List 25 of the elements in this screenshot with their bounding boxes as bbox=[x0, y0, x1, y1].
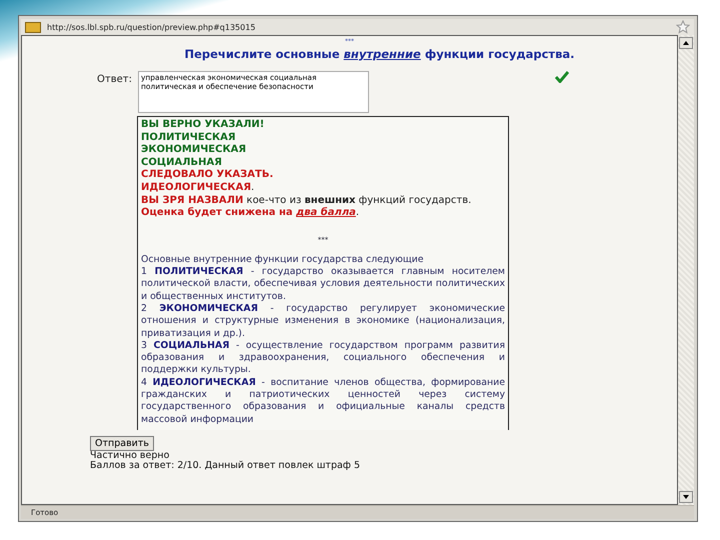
explanation-text: 1 ПОЛИТИЧЕСКАЯ - государство оказывается главным носителем политической власти, обеспечивая условия деятельности политических и общественных институтов. bbox=[141, 266, 505, 303]
feedback-line: ЭКОНОМИЧЕСКАЯ bbox=[141, 144, 248, 157]
site-icon bbox=[25, 22, 41, 32]
result-verdict: Частично верно bbox=[90, 450, 170, 461]
submit-button[interactable]: Отправить bbox=[90, 436, 154, 451]
address-bar[interactable]: http://sos.lbl.spb.ru/question/preview.php#q135015 bbox=[21, 19, 694, 35]
explanation-text: 2 ЭКОНОМИЧЕСКАЯ - государство регулирует экономические отношения и структурные изменения в экономике (национализация, приватизация и др.). bbox=[141, 302, 505, 340]
feedback-line: ВЫ ЗРЯ НАЗВАЛИ кое-что из внешних функций государств. bbox=[141, 194, 472, 207]
scrollbar[interactable] bbox=[678, 35, 694, 505]
scroll-up-icon[interactable] bbox=[679, 37, 693, 49]
question-title: Перечислите основные внутренние функции государства. bbox=[184, 47, 575, 61]
scroll-down-icon[interactable] bbox=[679, 491, 693, 503]
answer-label: Ответ: bbox=[97, 74, 132, 85]
explanation-text: Основные внутренние функции государства следующие bbox=[141, 254, 425, 266]
feedback-line: СОЦИАЛЬНАЯ bbox=[141, 156, 223, 170]
feedback-line: ИДЕОЛОГИЧЕСКАЯ. bbox=[141, 182, 256, 195]
feedback-line: ВЫ ВЕРНО УКАЗАЛИ! bbox=[141, 119, 266, 132]
feedback-line: Оценка будет снижена на два балла. bbox=[141, 207, 360, 220]
star-icon[interactable] bbox=[676, 20, 690, 34]
feedback-line: СЛЕДОВАЛО УКАЗАТЬ. bbox=[141, 169, 274, 182]
explanation-text: 4 ИДЕОЛОГИЧЕСКАЯ - воспитание членов общества, формирование гражданских и патриотических ценностей через систему государственного образования и официальные каналы средств массовой информации bbox=[141, 376, 505, 426]
url-text: http://sos.lbl.spb.ru/question/preview.php#q135015 bbox=[47, 22, 256, 32]
result-score: Баллов за ответ: 2/10. Данный ответ повлек штраф 5 bbox=[90, 461, 360, 472]
feedback-line: ПОЛИТИЧЕСКАЯ bbox=[141, 132, 237, 144]
explanation-text: 3 СОЦИАЛЬНАЯ - осуществление государством программ развития образования и здравоохранения, социального обеспечения и поддержки культуры. bbox=[141, 340, 505, 377]
